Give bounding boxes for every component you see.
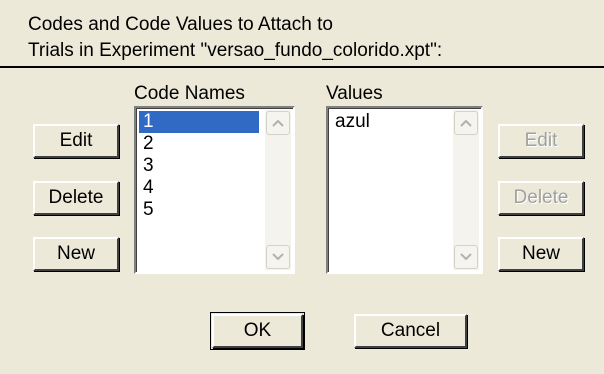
edit-code-name-button[interactable]: Edit (33, 124, 119, 158)
header-line-1: Codes and Code Values to Attach to (28, 14, 333, 35)
new-code-name-button[interactable]: New (33, 237, 119, 271)
code-name-item[interactable]: 3 (139, 155, 259, 177)
code-values-dialog: Codes and Code Values to Attach to Trial… (0, 0, 604, 374)
code-names-scrollbar[interactable] (265, 110, 291, 270)
delete-value-button[interactable]: Delete (498, 181, 584, 215)
cancel-button[interactable]: Cancel (354, 314, 467, 348)
values-scrollbar[interactable] (453, 110, 479, 270)
code-names-label: Code Names (134, 83, 245, 104)
scroll-up-button[interactable] (266, 111, 290, 135)
edit-value-button[interactable]: Edit (498, 124, 584, 158)
ok-button[interactable]: OK (210, 312, 305, 350)
values-label: Values (326, 83, 383, 104)
values-listbox[interactable]: azul (326, 106, 483, 274)
code-name-item[interactable]: 2 (139, 133, 259, 155)
code-name-item[interactable]: 5 (139, 199, 259, 221)
value-item[interactable]: azul (331, 111, 447, 133)
delete-code-name-button[interactable]: Delete (33, 181, 119, 215)
chevron-down-icon (272, 253, 284, 261)
code-name-item[interactable]: 4 (139, 177, 259, 199)
scroll-up-button[interactable] (454, 111, 478, 135)
values-items: azul (331, 111, 447, 133)
code-names-listbox[interactable]: 1 2 3 4 5 (134, 106, 295, 274)
chevron-up-icon (460, 119, 472, 127)
header-separator (0, 66, 604, 68)
code-names-items: 1 2 3 4 5 (139, 111, 259, 221)
chevron-up-icon (272, 119, 284, 127)
chevron-down-icon (460, 253, 472, 261)
code-name-item[interactable]: 1 (139, 111, 259, 133)
scroll-down-button[interactable] (454, 245, 478, 269)
scroll-down-button[interactable] (266, 245, 290, 269)
new-value-button[interactable]: New (498, 237, 584, 271)
header-line-2: Trials in Experiment "versao_fundo_color… (28, 40, 443, 61)
